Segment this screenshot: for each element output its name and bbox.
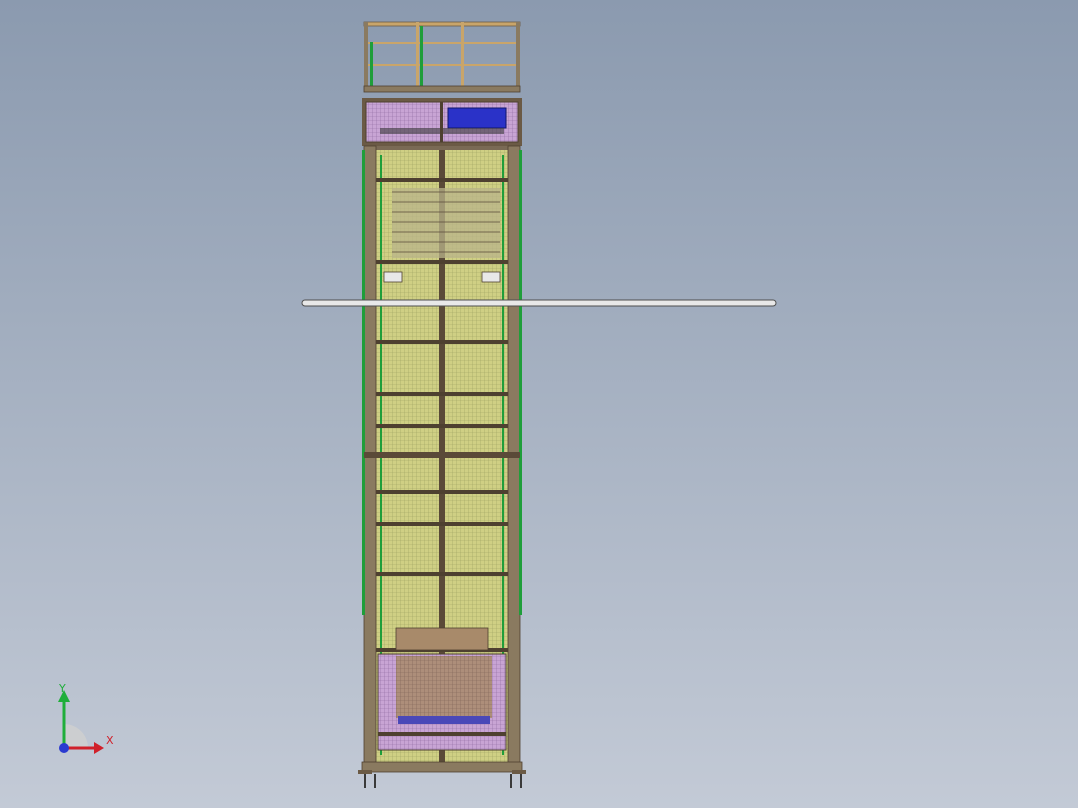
model-view[interactable] <box>0 0 1078 808</box>
lower-carriage[interactable] <box>377 627 507 751</box>
viewport-background <box>0 0 1078 808</box>
z-axis-dot <box>59 743 69 753</box>
motor-block[interactable] <box>447 107 507 129</box>
y-axis-label: Y <box>58 684 66 695</box>
triad-arc <box>64 724 88 748</box>
coordinate-triad: Y X <box>58 684 114 754</box>
x-axis-label: X <box>106 734 114 747</box>
x-axis-arrowhead <box>94 742 104 754</box>
horizontal-crossbar[interactable] <box>301 299 777 307</box>
drive-unit-housing[interactable] <box>362 98 522 146</box>
graphics-viewport[interactable]: Y X <box>0 0 1078 808</box>
